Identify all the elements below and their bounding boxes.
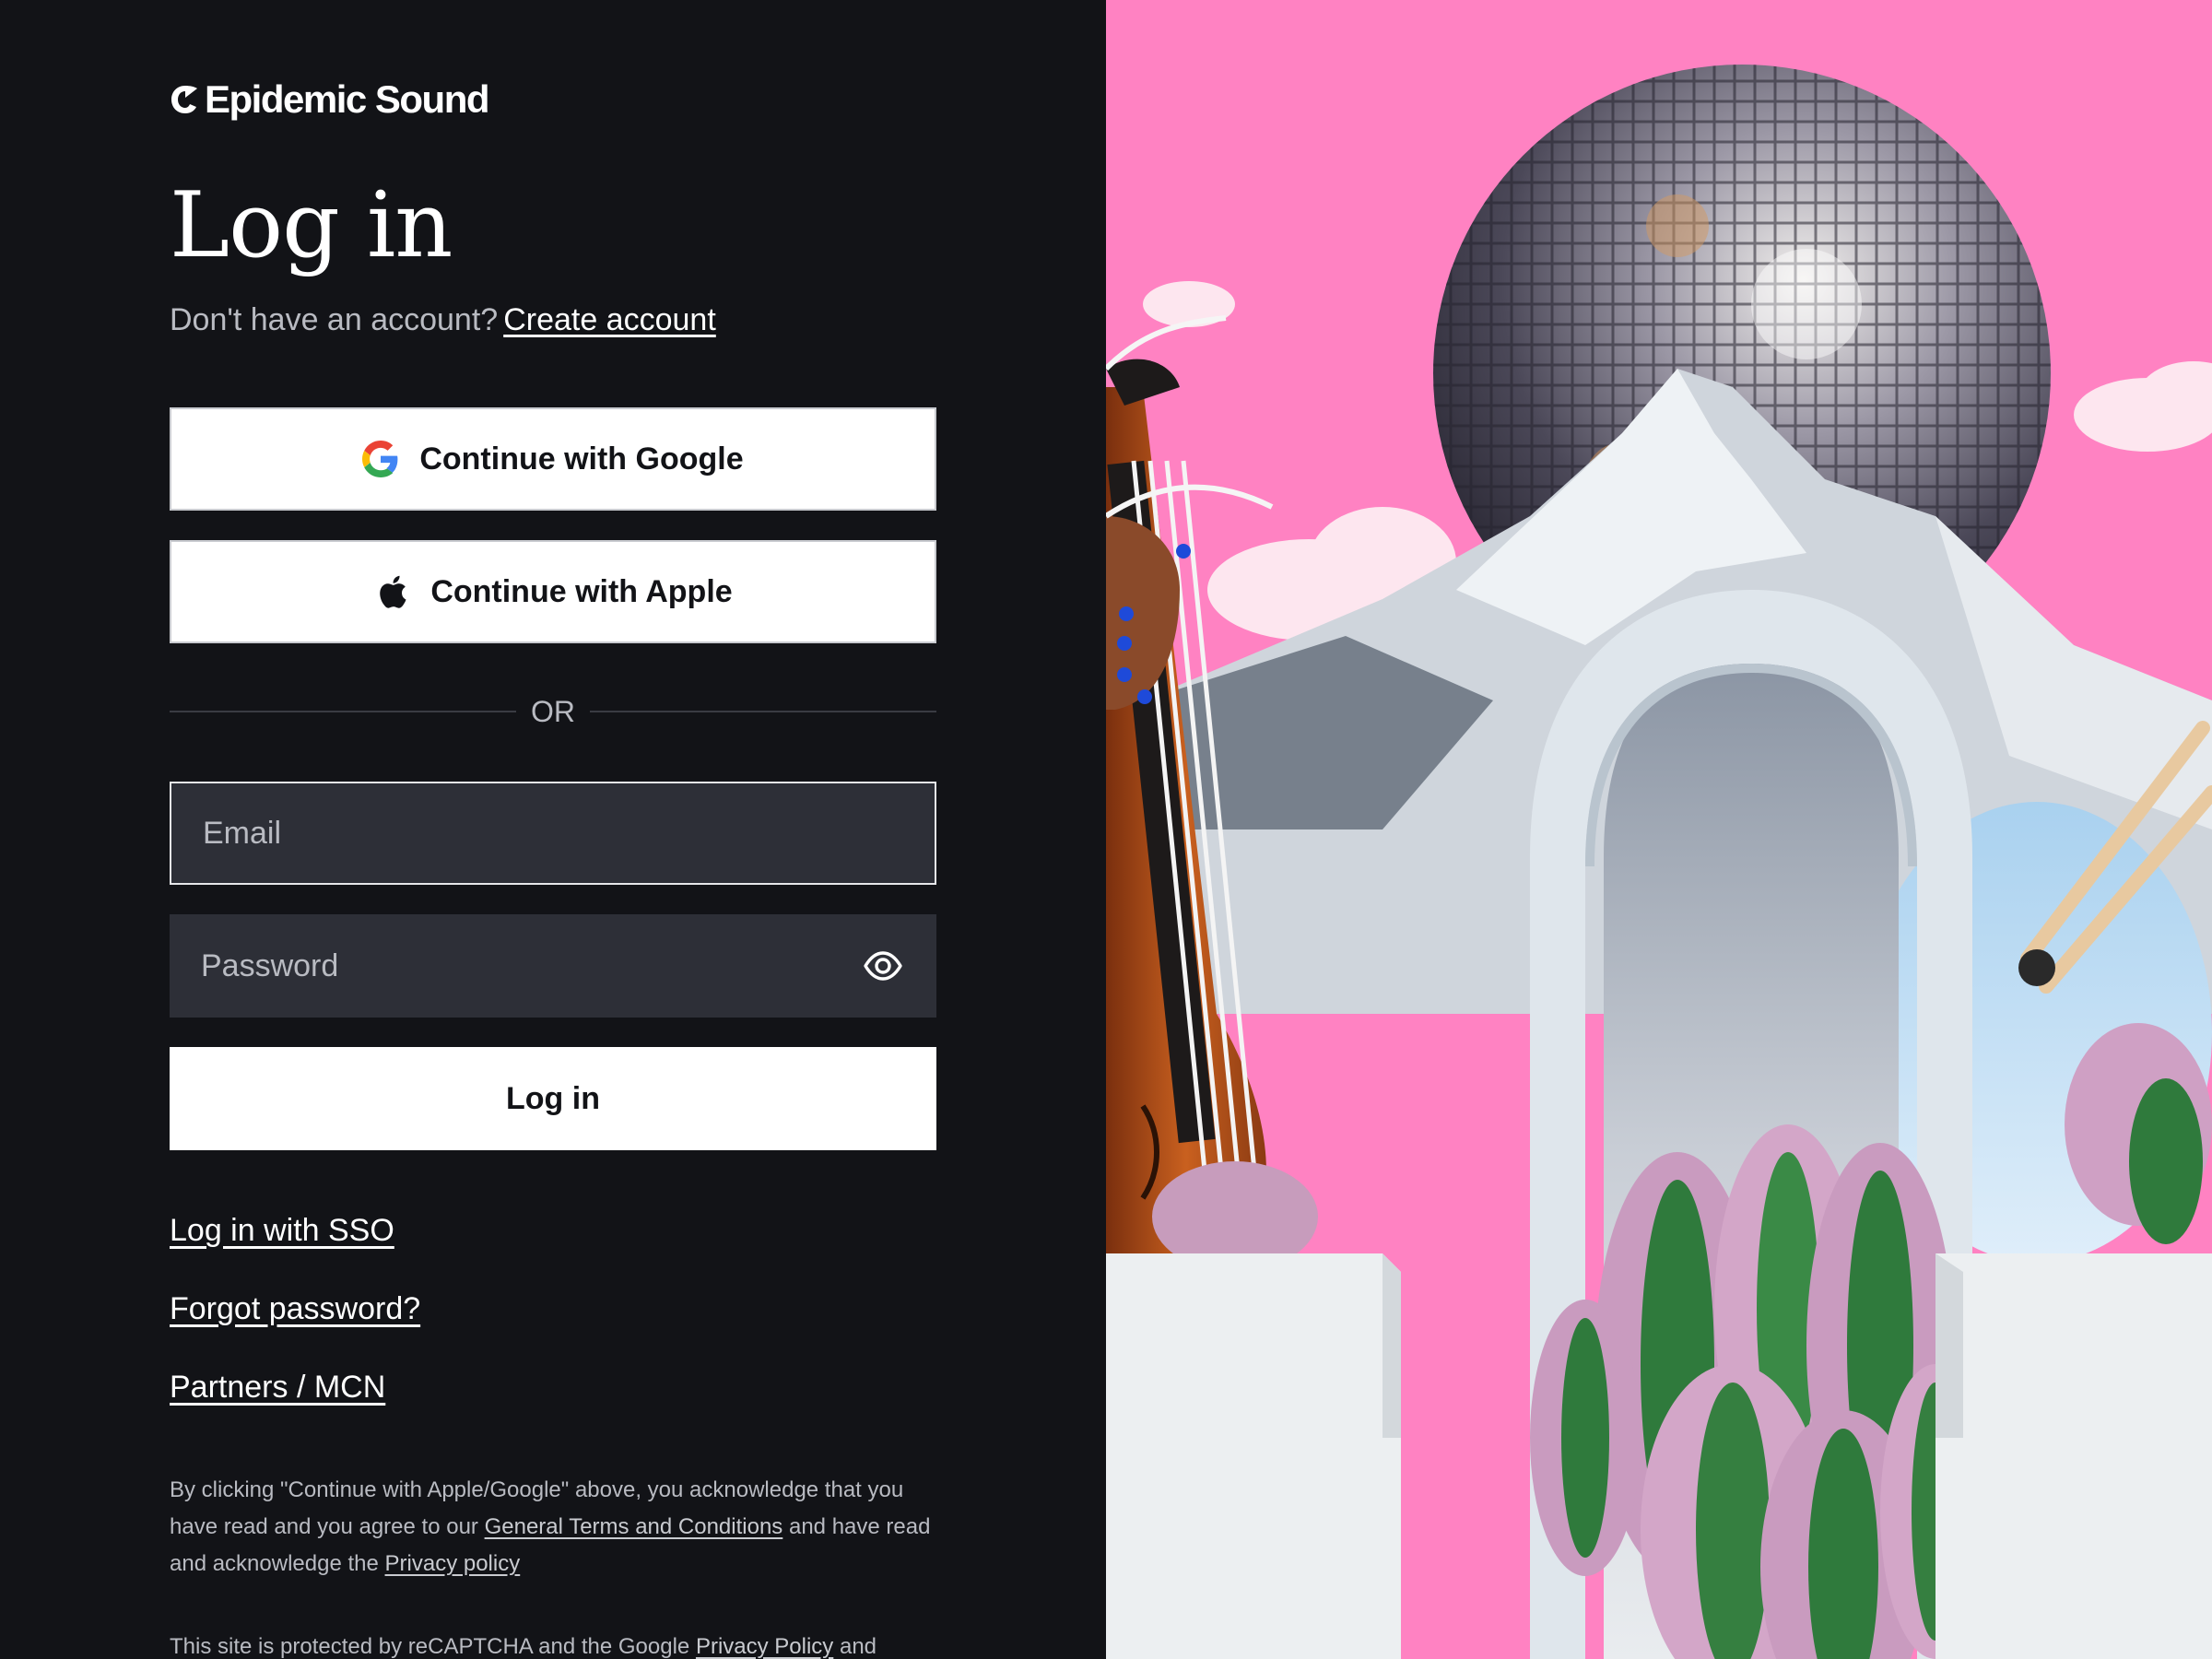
collage-illustration (1106, 0, 2212, 1659)
google-button-label: Continue with Google (419, 441, 744, 477)
forgot-password-link[interactable]: Forgot password? (170, 1291, 420, 1327)
google-icon (362, 441, 399, 477)
brand-logo[interactable]: Epidemic Sound (170, 77, 490, 122)
or-divider: OR (170, 693, 936, 730)
recaptcha-notice: This site is protected by reCAPTCHA and … (170, 1629, 936, 1659)
drum-clamp (2018, 949, 2055, 986)
continue-with-google-button[interactable]: Continue with Google (170, 407, 936, 511)
password-input[interactable] (201, 947, 861, 984)
email-field-wrapper (170, 782, 936, 885)
no-account-text: Don't have an account? (170, 302, 499, 337)
continue-with-apple-button[interactable]: Continue with Apple (170, 540, 936, 643)
apple-icon (373, 573, 410, 610)
page-title: Log in (170, 173, 453, 278)
privacy-policy-link[interactable]: Privacy policy (385, 1551, 521, 1576)
log-in-with-sso-link[interactable]: Log in with SSO (170, 1213, 394, 1249)
divider-label: OR (531, 694, 575, 728)
terms-link[interactable]: General Terms and Conditions (485, 1514, 783, 1539)
hero-collage-image (1106, 0, 2212, 1659)
legal-consent-text: By clicking "Continue with Apple/Google"… (170, 1472, 936, 1583)
log-in-button[interactable]: Log in (170, 1047, 936, 1150)
divider-line-left (170, 711, 516, 712)
password-field-wrapper (170, 914, 936, 1018)
google-privacy-policy-link[interactable]: Privacy Policy (696, 1634, 833, 1659)
eye-icon[interactable] (861, 944, 905, 988)
signup-prompt: Don't have an account? Create account (170, 302, 716, 338)
epidemic-sound-logo-icon (170, 84, 199, 115)
login-panel: Epidemic Sound Log in Don't have an acco… (0, 0, 1106, 1659)
email-input[interactable] (203, 815, 903, 852)
brand-name: Epidemic Sound (205, 77, 490, 121)
divider-line-right (590, 711, 936, 712)
create-account-link[interactable]: Create account (503, 302, 716, 337)
apple-button-label: Continue with Apple (430, 573, 733, 609)
partners-mcn-link[interactable]: Partners / MCN (170, 1370, 385, 1406)
recaptcha-text-a: This site is protected by reCAPTCHA and … (170, 1634, 696, 1659)
recaptcha-text-b: and (833, 1634, 877, 1659)
